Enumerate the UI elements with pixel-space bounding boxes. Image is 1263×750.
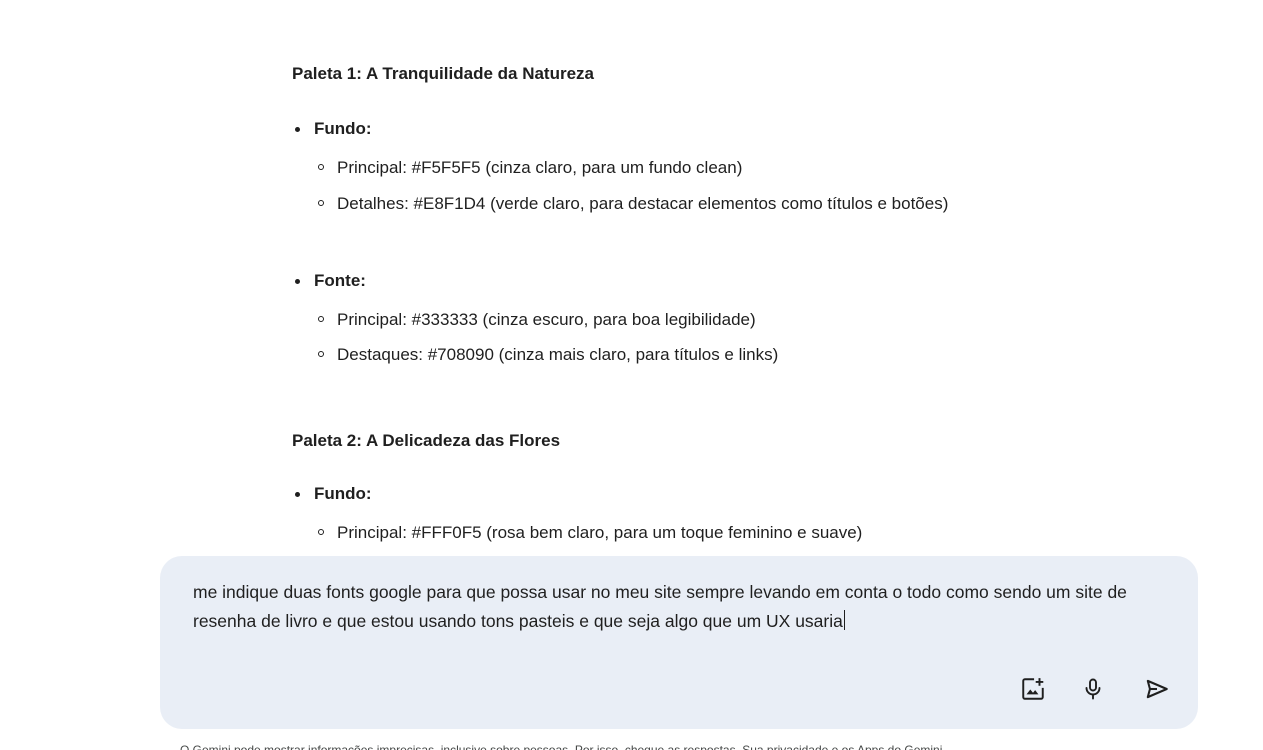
footer-disclaimer: O Gemini pode mostrar informações imprec… [180,743,943,750]
palette-2-fundo-item: Principal: #FFF0F5 (rosa bem claro, para… [316,518,1027,547]
add-image-icon [1020,676,1046,707]
send-button[interactable] [1139,673,1175,709]
prompt-input-text: me indique duas fonts google para que po… [193,582,1127,631]
palette-1-fundo-label: Fundo: [292,119,372,139]
palette-1-fonte-item: Principal: #333333 (cinza escuro, para b… [316,305,1027,334]
palette-2-fundo-label: Fundo: [292,484,372,504]
palette-1-fonte-label: Fonte: [292,271,366,291]
add-image-button[interactable] [1015,673,1051,709]
palette-1-fundo-item: Detalhes: #E8F1D4 (verde claro, para des… [316,189,1017,218]
palette-2-title: Paleta 2: A Delicadeza das Flores [292,431,561,450]
palette-1-fundo-item: Principal: #F5F5F5 (cinza claro, para um… [316,153,1027,182]
text-caret [843,610,845,630]
palette-1-title: Paleta 1: A Tranquilidade da Natureza [292,64,594,83]
microphone-icon [1081,677,1105,706]
prompt-input-box[interactable]: me indique duas fonts google para que po… [160,556,1198,729]
send-icon [1144,676,1170,707]
microphone-button[interactable] [1075,673,1111,709]
palette-1-fonte-item: Destaques: #708090 (cinza mais claro, pa… [316,340,1027,369]
prompt-input[interactable]: me indique duas fonts google para que po… [193,578,1153,636]
